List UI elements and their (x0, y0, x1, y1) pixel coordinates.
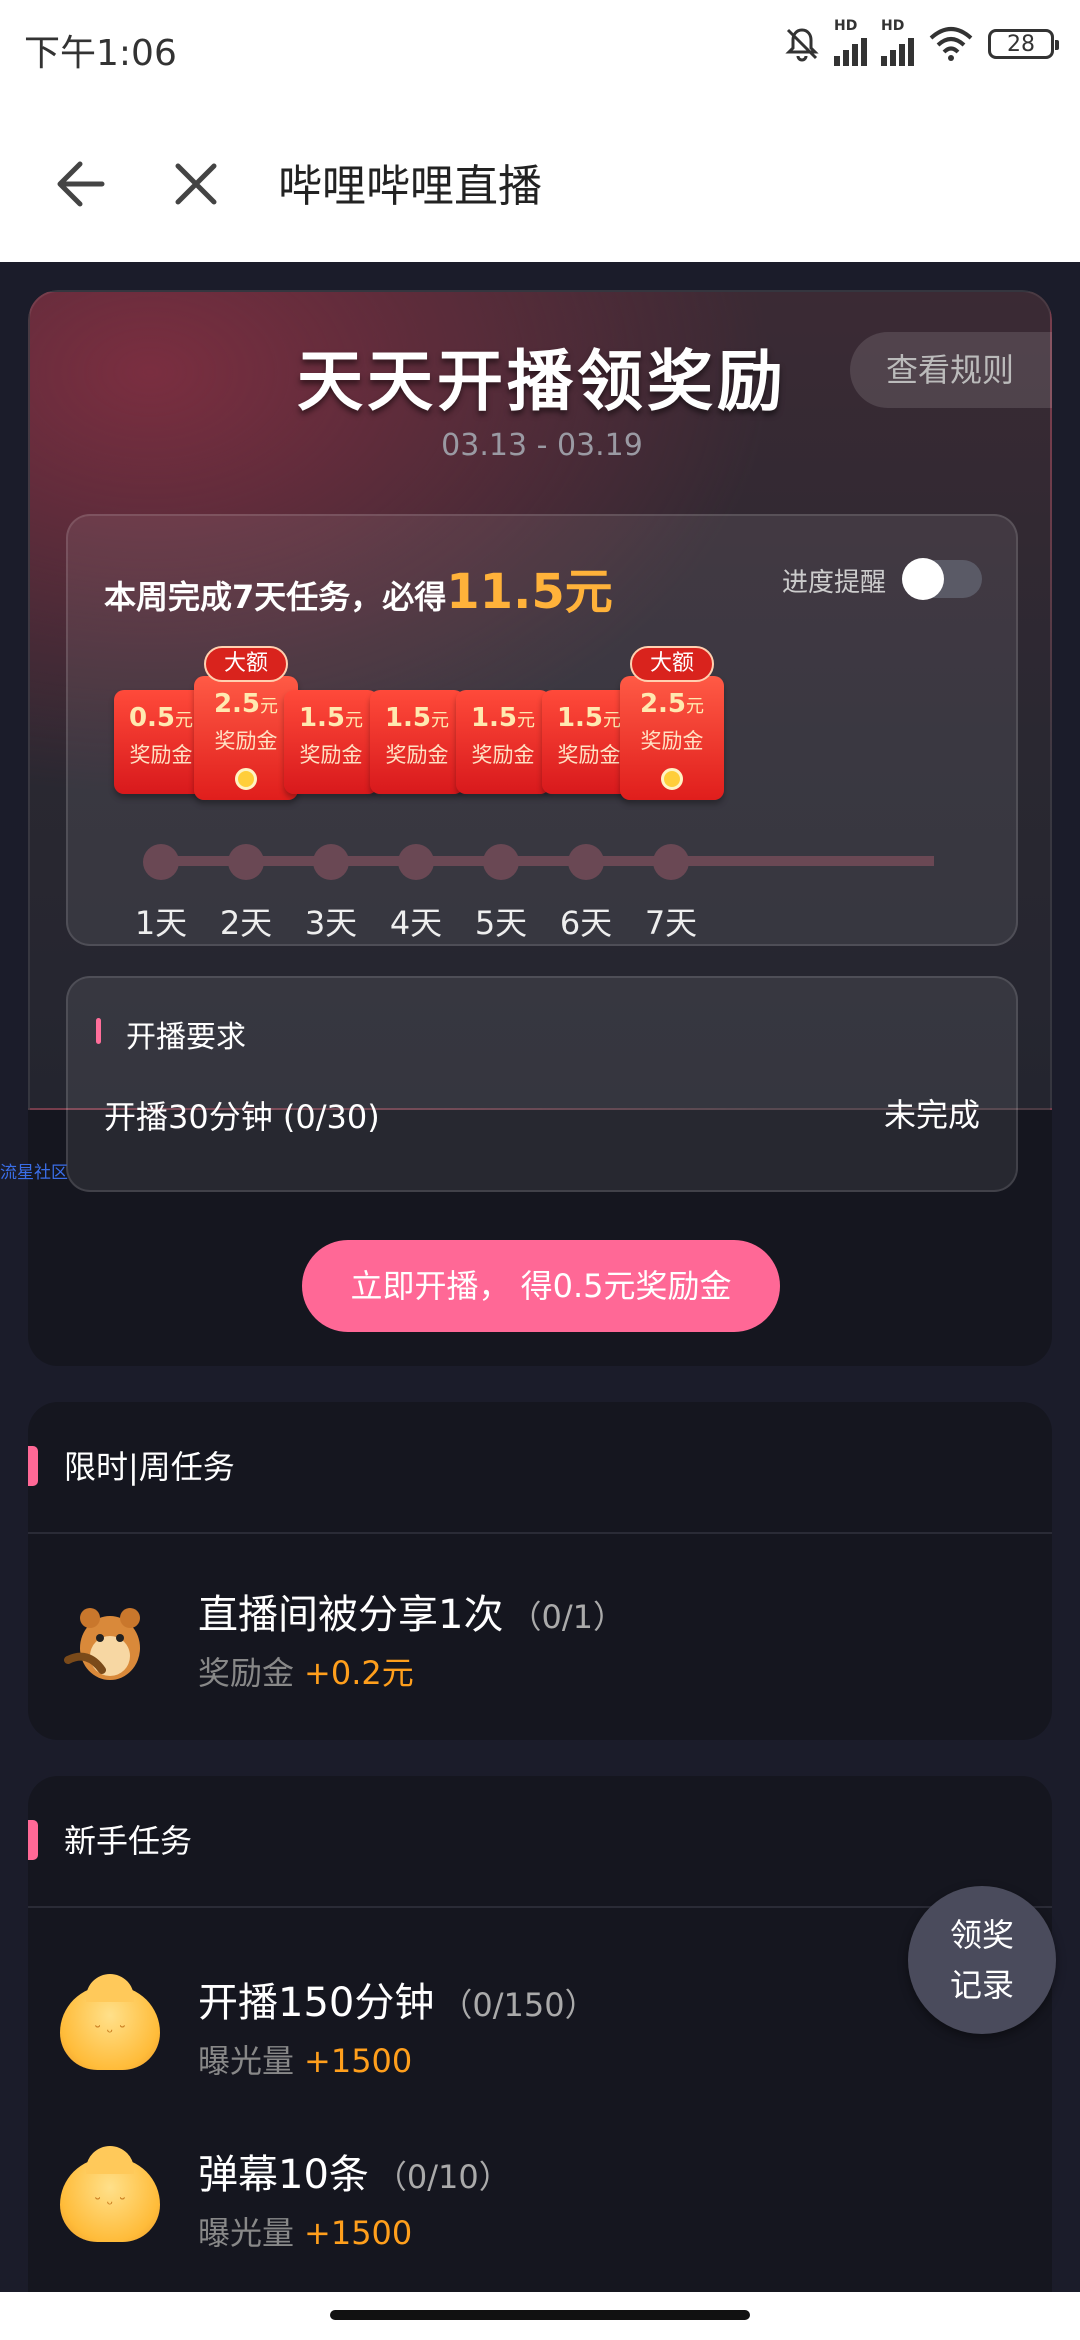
reward-envelope-day-4: 1.5元 奖励金 (370, 690, 464, 794)
reminder-toggle[interactable] (902, 558, 982, 600)
progress-dot (228, 844, 264, 880)
task-progress: （0/150） (440, 1986, 597, 2024)
progress-dot (653, 844, 689, 880)
home-indicator[interactable] (330, 2310, 750, 2320)
task-row[interactable]: ˘ ᵕ ˘ 弹幕10条 （0/10） 曝光量 +1500 (28, 2130, 1052, 2270)
task-progress: （0/1） (509, 1598, 625, 1636)
requirement-title: 开播要求 (126, 1020, 246, 1055)
progress-track (158, 856, 934, 866)
reward-envelope-day-7: 大额 2.5元 奖励金 (620, 646, 724, 800)
task-name: 弹幕10条 （0/10） (198, 2152, 511, 2198)
coin-icon (661, 768, 683, 790)
reward-envelope-day-5: 1.5元 奖励金 (456, 690, 550, 794)
progress-dot (313, 844, 349, 880)
big-reward-badge: 大额 (630, 646, 714, 682)
requirement-status: 未完成 (883, 1096, 980, 1134)
section-title: 新手任务 (64, 1822, 193, 1860)
status-bar: 下午1:06 HD HD 28 (0, 0, 1080, 96)
progress-panel: 本周完成7天任务，必得11.5元 进度提醒 0.5元 奖励金 大额 2.5元 奖… (66, 514, 1018, 946)
date-range: 03.13 - 03.19 (441, 428, 643, 463)
section-accent-bar (28, 1820, 38, 1860)
mute-bell-icon (785, 28, 819, 62)
day-label: 1天 (134, 904, 188, 942)
total-reward-amount: 11.5元 (446, 564, 613, 620)
view-rules-button[interactable]: 查看规则 (850, 332, 1052, 408)
day-label: 2天 (219, 904, 273, 942)
nav-bar: 哔哩哔哩直播 (0, 96, 1080, 262)
progress-dot (398, 844, 434, 880)
wifi-icon (929, 27, 973, 61)
reward-envelope-day-3: 1.5元 奖励金 (284, 690, 378, 794)
back-arrow-icon[interactable] (50, 154, 110, 214)
divider (28, 1906, 1052, 1908)
requirement-task: 开播30分钟 (0/30) (104, 1098, 380, 1136)
weekly-tasks-section: 限时|周任务 直播间被分享1次 （0/1） 奖励金 +0.2元 (28, 1402, 1052, 1740)
status-icons: HD HD 28 (784, 18, 1059, 66)
checkin-card: 天天开播领奖励 查看规则 03.13 - 03.19 本周完成7天任务，必得11… (28, 290, 1052, 1366)
task-progress: （0/10） (374, 2158, 511, 2196)
section-title: 限时|周任务 (64, 1448, 235, 1486)
day-label: 6天 (559, 904, 613, 942)
coin-icon (235, 768, 257, 790)
progress-dot (483, 844, 519, 880)
progress-dot (568, 844, 604, 880)
reward-history-button[interactable]: 领奖 记录 (908, 1886, 1056, 2034)
hamster-mascot-icon (64, 1608, 140, 1680)
newbie-tasks-section: 新手任务 ˘ ᵕ ˘ 开播150分钟 （0/150） 曝光量 +1500 ˘ ᵕ ˘… (28, 1776, 1052, 2336)
task-name: 直播间被分享1次 （0/1） (198, 1592, 625, 1638)
close-icon[interactable] (166, 154, 226, 214)
day-label: 3天 (304, 904, 358, 942)
day-label: 4天 (389, 904, 443, 942)
task-row[interactable]: ˘ ᵕ ˘ 开播150分钟 （0/150） 曝光量 +1500 (28, 1958, 1052, 2098)
signal-2-icon: HD (881, 18, 914, 66)
signal-1-icon: HD (834, 18, 867, 66)
bun-mascot-icon: ˘ ᵕ ˘ (60, 2146, 160, 2242)
start-live-button[interactable]: 立即开播， 得0.5元奖励金 (302, 1240, 780, 1332)
task-reward: 奖励金 +0.2元 (198, 1654, 414, 1692)
hero-banner: 天天开播领奖励 查看规则 03.13 - 03.19 本周完成7天任务，必得11… (28, 290, 1052, 1192)
status-time: 下午1:06 (24, 33, 177, 74)
progress-headline: 本周完成7天任务，必得11.5元 (104, 564, 613, 620)
requirement-panel: 开播要求 开播30分钟 (0/30) 未完成 (66, 976, 1018, 1192)
community-link[interactable]: 流星社区 (0, 1158, 68, 1183)
task-name: 开播150分钟 （0/150） (198, 1980, 597, 2026)
big-reward-badge: 大额 (204, 646, 288, 682)
progress-dot (143, 844, 179, 880)
day-label: 7天 (644, 904, 698, 942)
page-title: 哔哩哔哩直播 (278, 161, 542, 212)
task-reward: 曝光量 +1500 (198, 2042, 413, 2080)
task-reward: 曝光量 +1500 (198, 2214, 413, 2252)
task-row[interactable]: 直播间被分享1次 （0/1） 奖励金 +0.2元 (28, 1570, 1052, 1710)
day-label: 5天 (474, 904, 528, 942)
section-accent-bar (28, 1446, 38, 1486)
divider (28, 1532, 1052, 1534)
battery-icon: 28 (988, 29, 1059, 59)
reward-envelope-day-2: 大额 2.5元 奖励金 (194, 646, 298, 800)
bun-mascot-icon: ˘ ᵕ ˘ (60, 1974, 160, 2070)
reminder-label: 进度提醒 (781, 568, 886, 598)
section-accent-bar (96, 1018, 101, 1044)
